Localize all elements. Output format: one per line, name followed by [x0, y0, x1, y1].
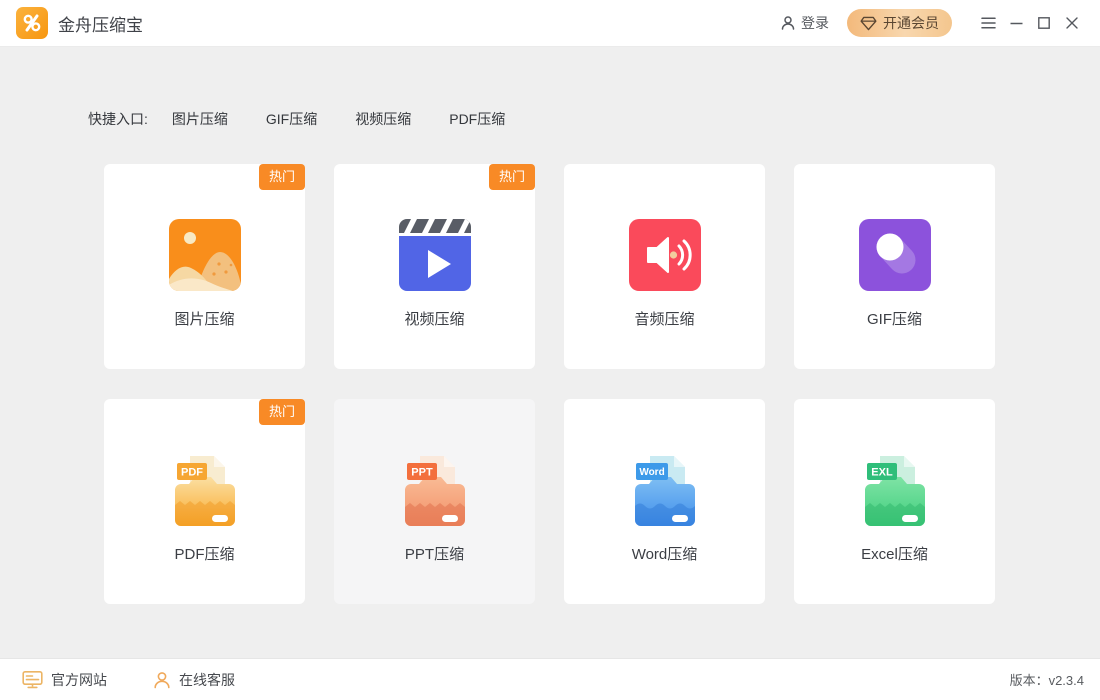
online-service-link[interactable]: 在线客服 — [153, 670, 235, 690]
pdf-folder-icon: PDF — [169, 454, 241, 526]
quick-link-video[interactable]: 视频压缩 — [355, 109, 411, 129]
card-label: Excel压缩 — [861, 546, 928, 563]
quick-entry-label: 快捷入口: — [88, 111, 148, 127]
card-ppt-compress[interactable]: PPT PPT压缩 — [334, 399, 535, 604]
word-tag-text: Word — [639, 467, 664, 478]
quick-link-image[interactable]: 图片压缩 — [172, 109, 228, 129]
card-label: PPT压缩 — [404, 546, 465, 563]
card-audio-compress[interactable]: 音频压缩 — [564, 164, 765, 369]
audio-icon — [628, 219, 701, 291]
card-label: Word压缩 — [631, 546, 698, 563]
excel-tag-text: EXL — [871, 467, 893, 479]
gif-icon — [858, 219, 931, 291]
ppt-folder-icon: PPT — [399, 454, 471, 526]
hot-badge: 热门 — [258, 399, 305, 425]
card-image-compress[interactable]: 热门 图片压缩 — [104, 164, 305, 369]
card-label: GIF压缩 — [867, 311, 922, 328]
card-gif-compress[interactable]: GIF压缩 — [794, 164, 995, 369]
login-button[interactable]: 登录 — [780, 13, 829, 33]
card-pdf-compress[interactable]: 热门 PDF PDF压缩 — [104, 399, 305, 604]
service-person-icon — [153, 671, 171, 689]
official-website-link[interactable]: 官方网站 — [22, 670, 107, 690]
official-website-label: 官方网站 — [51, 671, 107, 688]
main-area: 快捷入口: 图片压缩 GIF压缩 视频压缩 PDF压缩 热门 图片压缩 热门 视… — [0, 47, 1100, 658]
online-service-label: 在线客服 — [179, 671, 235, 688]
quick-link-pdf[interactable]: PDF压缩 — [449, 109, 505, 129]
card-word-compress[interactable]: Word Word压缩 — [564, 399, 765, 604]
quick-entry-bar: 快捷入口: 图片压缩 GIF压缩 视频压缩 PDF压缩 — [88, 47, 1100, 129]
titlebar: 金舟压缩宝 登录 开通会员 — [0, 0, 1100, 47]
hot-badge: 热门 — [488, 164, 535, 190]
version-text: 版本：v2.3.4 — [1009, 673, 1084, 688]
vip-button[interactable]: 开通会员 — [847, 9, 952, 37]
monitor-icon — [22, 670, 43, 689]
excel-folder-icon: EXL — [859, 454, 931, 526]
feature-card-grid: 热门 图片压缩 热门 视频压缩 音频压缩 GIF压缩 热门 PDF PDF压缩 … — [104, 164, 1100, 604]
card-label: 音频压缩 — [634, 311, 695, 328]
minimize-icon[interactable] — [1002, 8, 1030, 38]
card-label: 图片压缩 — [174, 311, 235, 328]
quick-link-gif[interactable]: GIF压缩 — [266, 109, 317, 129]
card-video-compress[interactable]: 热门 视频压缩 — [334, 164, 535, 369]
user-icon — [780, 15, 796, 31]
word-folder-icon: Word — [629, 454, 701, 526]
vip-label: 开通会员 — [883, 15, 939, 31]
app-logo-icon — [16, 7, 48, 39]
login-label: 登录 — [801, 15, 829, 31]
pdf-tag-text: PDF — [181, 467, 203, 479]
maximize-icon[interactable] — [1030, 8, 1058, 38]
card-label: PDF压缩 — [174, 546, 235, 563]
footer-bar: 官方网站 在线客服 版本：v2.3.4 — [0, 658, 1100, 700]
video-icon — [398, 219, 471, 291]
menu-icon[interactable] — [974, 8, 1002, 38]
vip-diamond-icon — [860, 16, 877, 31]
hot-badge: 热门 — [258, 164, 305, 190]
card-label: 视频压缩 — [404, 311, 465, 328]
close-icon[interactable] — [1058, 8, 1086, 38]
card-excel-compress[interactable]: EXL Excel压缩 — [794, 399, 995, 604]
app-title: 金舟压缩宝 — [58, 15, 143, 35]
image-icon — [168, 219, 241, 291]
ppt-tag-text: PPT — [411, 467, 433, 479]
